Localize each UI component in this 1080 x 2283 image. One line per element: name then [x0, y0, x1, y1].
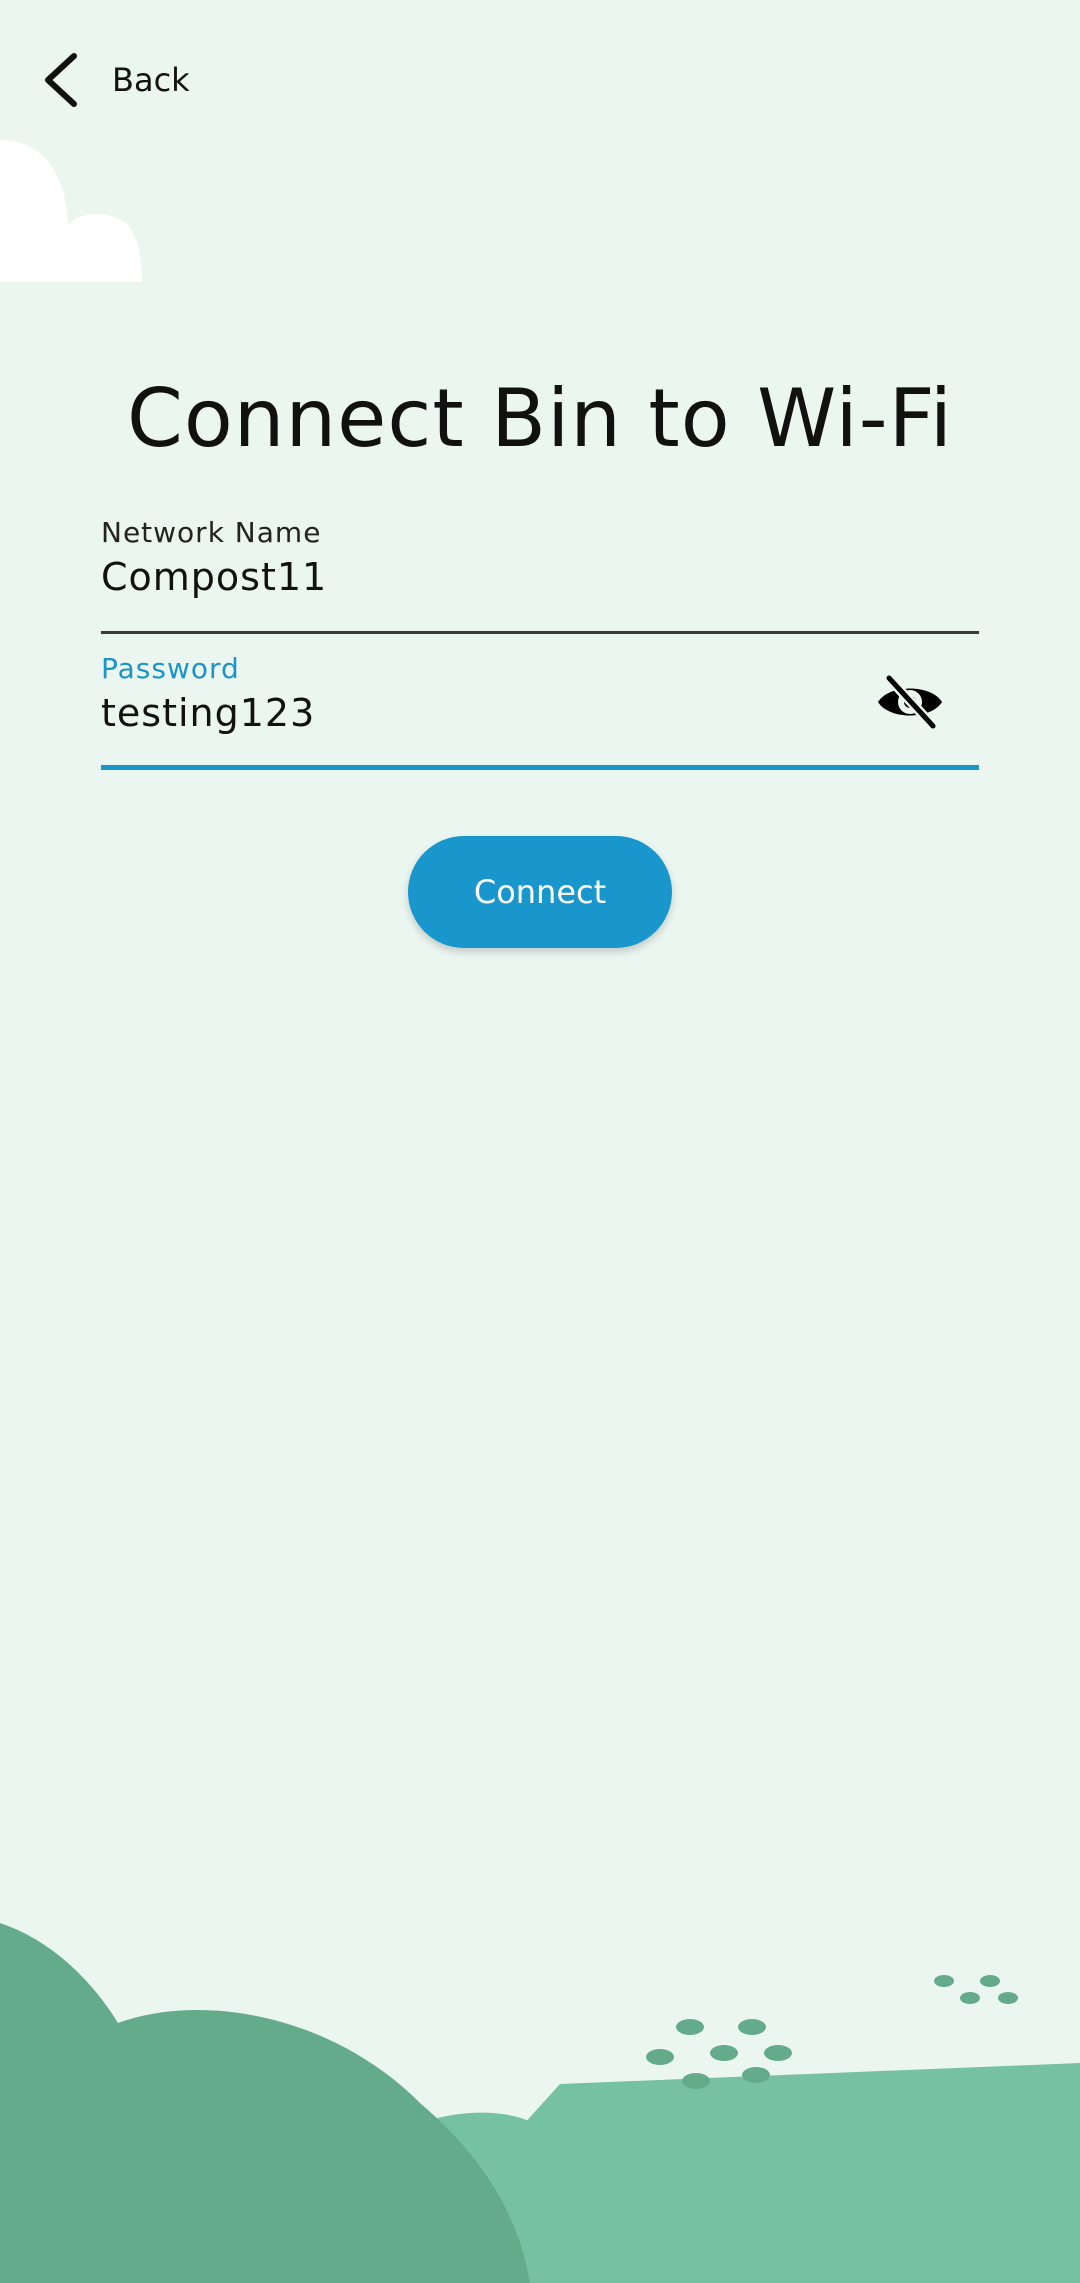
cloud-decoration: [0, 140, 142, 282]
back-label: Back: [112, 61, 190, 99]
password-underline: [101, 765, 979, 770]
connect-button[interactable]: Connect: [408, 836, 672, 948]
network-name-underline: [101, 631, 979, 634]
hills-decoration: [0, 1923, 1080, 2283]
password-visibility-toggle[interactable]: [875, 672, 945, 732]
back-button[interactable]: Back: [40, 48, 190, 112]
eye-off-icon: [878, 673, 942, 731]
page-title: Connect Bin to Wi-Fi: [126, 372, 954, 465]
password-field[interactable]: Password testing123: [101, 652, 979, 770]
network-name-label: Network Name: [101, 516, 322, 549]
network-name-field[interactable]: Network Name Compost11: [101, 516, 979, 634]
password-input[interactable]: testing123: [101, 691, 979, 735]
network-name-input[interactable]: Compost11: [101, 555, 979, 599]
chevron-left-icon: [45, 53, 77, 107]
password-label: Password: [101, 652, 240, 685]
